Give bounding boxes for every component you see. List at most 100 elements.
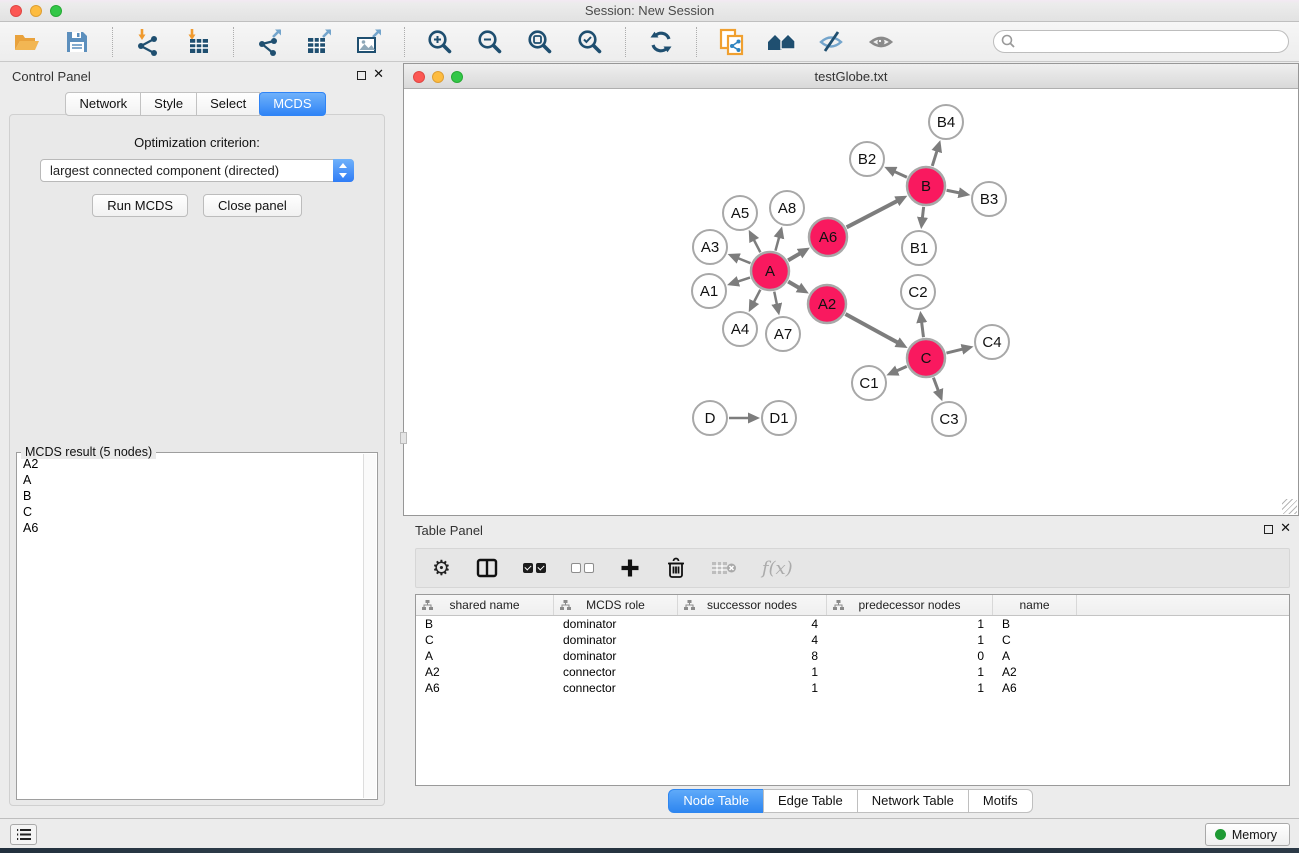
edge-A-A8[interactable]: [775, 236, 779, 251]
tab-style[interactable]: Style: [140, 92, 197, 116]
cell-mcds-role[interactable]: connector: [554, 680, 678, 696]
export-image-button[interactable]: [352, 26, 386, 58]
mcds-result-item[interactable]: C: [18, 504, 362, 520]
cell-predecessor-nodes[interactable]: 1: [827, 632, 993, 648]
export-table-button[interactable]: [302, 26, 336, 58]
show-column-button[interactable]: [476, 557, 498, 579]
float-panel-icon[interactable]: [1264, 525, 1273, 534]
cell-mcds-role[interactable]: connector: [554, 664, 678, 680]
close-panel-icon[interactable]: ✕: [373, 67, 384, 82]
edge-C-C3[interactable]: [933, 378, 938, 392]
home-layout-button[interactable]: [765, 26, 799, 58]
memory-button[interactable]: Memory: [1205, 823, 1290, 846]
cell-predecessor-nodes[interactable]: 1: [827, 680, 993, 696]
network-minimize-button[interactable]: [432, 71, 444, 83]
resize-grip[interactable]: [1282, 499, 1297, 514]
close-panel-icon[interactable]: ✕: [1280, 521, 1291, 536]
column-header-successor-nodes[interactable]: successor nodes: [678, 595, 827, 615]
edge-A-A6[interactable]: [788, 253, 801, 261]
table-row[interactable]: A2connector11A2: [416, 664, 1289, 680]
export-network-button[interactable]: [252, 26, 286, 58]
table-settings-button[interactable]: ⚙: [432, 558, 451, 578]
close-window-button[interactable]: [10, 5, 22, 17]
run-mcds-button[interactable]: Run MCDS: [92, 194, 188, 217]
refresh-button[interactable]: [644, 26, 678, 58]
network-graph[interactable]: A5A8A3A1A4A7AA6A2BB2B4B3B1C2CC4C1C3DD1: [404, 89, 1298, 515]
cell-mcds-role[interactable]: dominator: [554, 632, 678, 648]
zoom-selected-button[interactable]: [573, 26, 607, 58]
mcds-result-item[interactable]: B: [18, 488, 362, 504]
zoom-in-button[interactable]: [423, 26, 457, 58]
unselect-all-columns-button[interactable]: [571, 563, 594, 573]
open-session-button[interactable]: [10, 26, 44, 58]
cell-successor-nodes[interactable]: 4: [678, 632, 827, 648]
edge-A-A3[interactable]: [737, 258, 751, 263]
search-input[interactable]: [993, 30, 1289, 53]
tab-node-table[interactable]: Node Table: [668, 789, 764, 813]
column-header-name[interactable]: name: [993, 595, 1077, 615]
cell-predecessor-nodes[interactable]: 1: [827, 616, 993, 632]
import-network-button[interactable]: [131, 26, 165, 58]
network-close-button[interactable]: [413, 71, 425, 83]
tab-edge-table[interactable]: Edge Table: [763, 789, 858, 813]
tab-network[interactable]: Network: [65, 92, 141, 116]
cell-shared-name[interactable]: A: [416, 648, 554, 664]
edge-A2-C[interactable]: [845, 314, 898, 343]
table-row[interactable]: Bdominator41B: [416, 616, 1289, 632]
show-panels-button[interactable]: [865, 26, 899, 58]
tab-network-table[interactable]: Network Table: [857, 789, 969, 813]
edge-A6-B[interactable]: [847, 200, 899, 227]
column-header-mcds-role[interactable]: MCDS role: [554, 595, 678, 615]
create-column-button[interactable]: [619, 557, 641, 579]
edge-C-C4[interactable]: [946, 349, 963, 353]
edge-A-A5[interactable]: [753, 239, 760, 253]
tab-select[interactable]: Select: [196, 92, 260, 116]
network-zoom-button[interactable]: [451, 71, 463, 83]
edge-A-A4[interactable]: [753, 290, 760, 304]
edge-C-C2[interactable]: [921, 321, 923, 337]
zoom-window-button[interactable]: [50, 5, 62, 17]
zoom-fit-button[interactable]: [523, 26, 557, 58]
edge-B-B2[interactable]: [893, 171, 907, 177]
tab-mcds[interactable]: MCDS: [259, 92, 325, 116]
cell-successor-nodes[interactable]: 1: [678, 680, 827, 696]
edge-A-A1[interactable]: [737, 278, 750, 282]
cell-mcds-role[interactable]: dominator: [554, 616, 678, 632]
edge-C-C1[interactable]: [896, 366, 907, 371]
edge-A-A2[interactable]: [788, 282, 800, 289]
cell-mcds-role[interactable]: dominator: [554, 648, 678, 664]
criterion-dropdown[interactable]: largest connected component (directed): [40, 159, 354, 182]
import-table-button[interactable]: [181, 26, 215, 58]
delete-column-button[interactable]: [666, 557, 686, 579]
cell-name[interactable]: C: [993, 632, 1077, 648]
save-session-button[interactable]: [60, 26, 94, 58]
cell-shared-name[interactable]: A2: [416, 664, 554, 680]
select-all-columns-button[interactable]: [523, 563, 546, 573]
cell-shared-name[interactable]: B: [416, 616, 554, 632]
cell-name[interactable]: A6: [993, 680, 1077, 696]
cell-successor-nodes[interactable]: 1: [678, 664, 827, 680]
hide-panels-button[interactable]: [815, 26, 849, 58]
table-row[interactable]: Adominator80A: [416, 648, 1289, 664]
table-row[interactable]: A6connector11A6: [416, 680, 1289, 696]
column-header-shared-name[interactable]: shared name: [416, 595, 554, 615]
close-panel-button[interactable]: Close panel: [203, 194, 302, 217]
result-scrollbar[interactable]: [363, 454, 376, 798]
cell-successor-nodes[interactable]: 8: [678, 648, 827, 664]
zoom-out-button[interactable]: [473, 26, 507, 58]
duplicate-network-button[interactable]: [715, 26, 749, 58]
cell-name[interactable]: B: [993, 616, 1077, 632]
mcds-result-item[interactable]: A6: [18, 520, 362, 536]
cell-predecessor-nodes[interactable]: 1: [827, 664, 993, 680]
edge-A-A7[interactable]: [774, 292, 777, 306]
edge-B-B4[interactable]: [932, 150, 937, 166]
network-canvas[interactable]: A5A8A3A1A4A7AA6A2BB2B4B3B1C2CC4C1C3DD1: [404, 89, 1298, 515]
task-history-button[interactable]: [10, 824, 37, 845]
cell-shared-name[interactable]: C: [416, 632, 554, 648]
splitter-grip[interactable]: [400, 432, 407, 444]
edge-B-B1[interactable]: [922, 207, 923, 219]
cell-predecessor-nodes[interactable]: 0: [827, 648, 993, 664]
float-panel-icon[interactable]: [357, 71, 366, 80]
edge-B-B3[interactable]: [947, 190, 961, 193]
column-header-predecessor-nodes[interactable]: predecessor nodes: [827, 595, 993, 615]
